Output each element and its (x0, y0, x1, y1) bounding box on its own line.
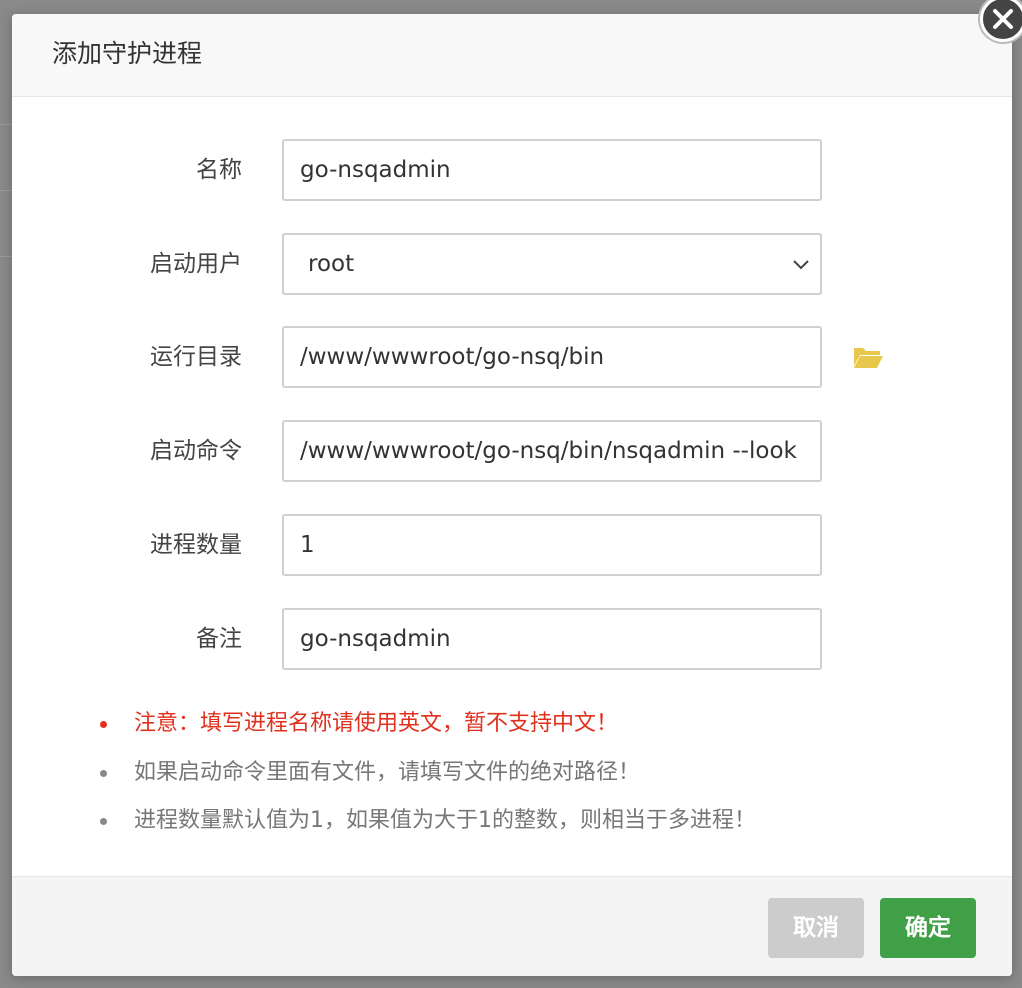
command-label: 启动命令 (150, 438, 242, 464)
cancel-button[interactable]: 取消 (768, 898, 864, 958)
count-row: 进程数量 1 (12, 514, 1012, 576)
name-input[interactable]: go-nsqadmin (282, 139, 822, 201)
name-row: 名称 go-nsqadmin (12, 139, 1012, 201)
directory-row: 运行目录 /www/wwwroot/go-nsq/bin (12, 326, 1012, 388)
remark-row: 备注 go-nsqadmin (12, 608, 1012, 670)
bullet-dot (100, 770, 107, 777)
bullet-dot (100, 818, 107, 825)
dialog-footer: 取消 确定 (12, 876, 1012, 976)
note-text: 如果启动命令里面有文件，请填写文件的绝对路径！ (134, 760, 641, 785)
note-text: 进程数量默认值为1，如果值为大于1的整数，则相当于多进程！ (134, 808, 756, 833)
chevron-down-icon (793, 260, 809, 270)
close-button[interactable] (980, 0, 1022, 42)
count-input[interactable]: 1 (282, 514, 822, 576)
user-row: 启动用户 root (12, 233, 1012, 295)
dialog-header: 添加守护进程 (12, 14, 1012, 97)
folder-open-icon[interactable] (852, 344, 884, 370)
bullet-dot (100, 721, 107, 728)
close-icon (993, 9, 1013, 29)
background-divider (0, 124, 12, 125)
dialog-title: 添加守护进程 (52, 39, 203, 68)
note-text: 注意：填写进程名称请使用英文，暂不支持中文！ (134, 711, 619, 736)
background-divider (0, 256, 12, 257)
user-select-value: root (308, 251, 355, 277)
add-daemon-dialog: 添加守护进程 名称 go-nsqadmin 启动用户 root 运行目录 /ww… (12, 14, 1012, 976)
count-label: 进程数量 (150, 532, 242, 558)
confirm-button[interactable]: 确定 (880, 898, 976, 958)
command-row: 启动命令 /www/wwwroot/go-nsq/bin/nsqadmin --… (12, 420, 1012, 482)
remark-label: 备注 (196, 626, 242, 652)
user-label: 启动用户 (150, 251, 242, 277)
remark-input[interactable]: go-nsqadmin (282, 608, 822, 670)
directory-label: 运行目录 (150, 344, 242, 370)
name-label: 名称 (196, 157, 242, 183)
directory-input[interactable]: /www/wwwroot/go-nsq/bin (282, 326, 822, 388)
command-input[interactable]: /www/wwwroot/go-nsq/bin/nsqadmin --look (282, 420, 822, 482)
user-select[interactable]: root (282, 233, 822, 295)
background-divider (0, 190, 12, 191)
